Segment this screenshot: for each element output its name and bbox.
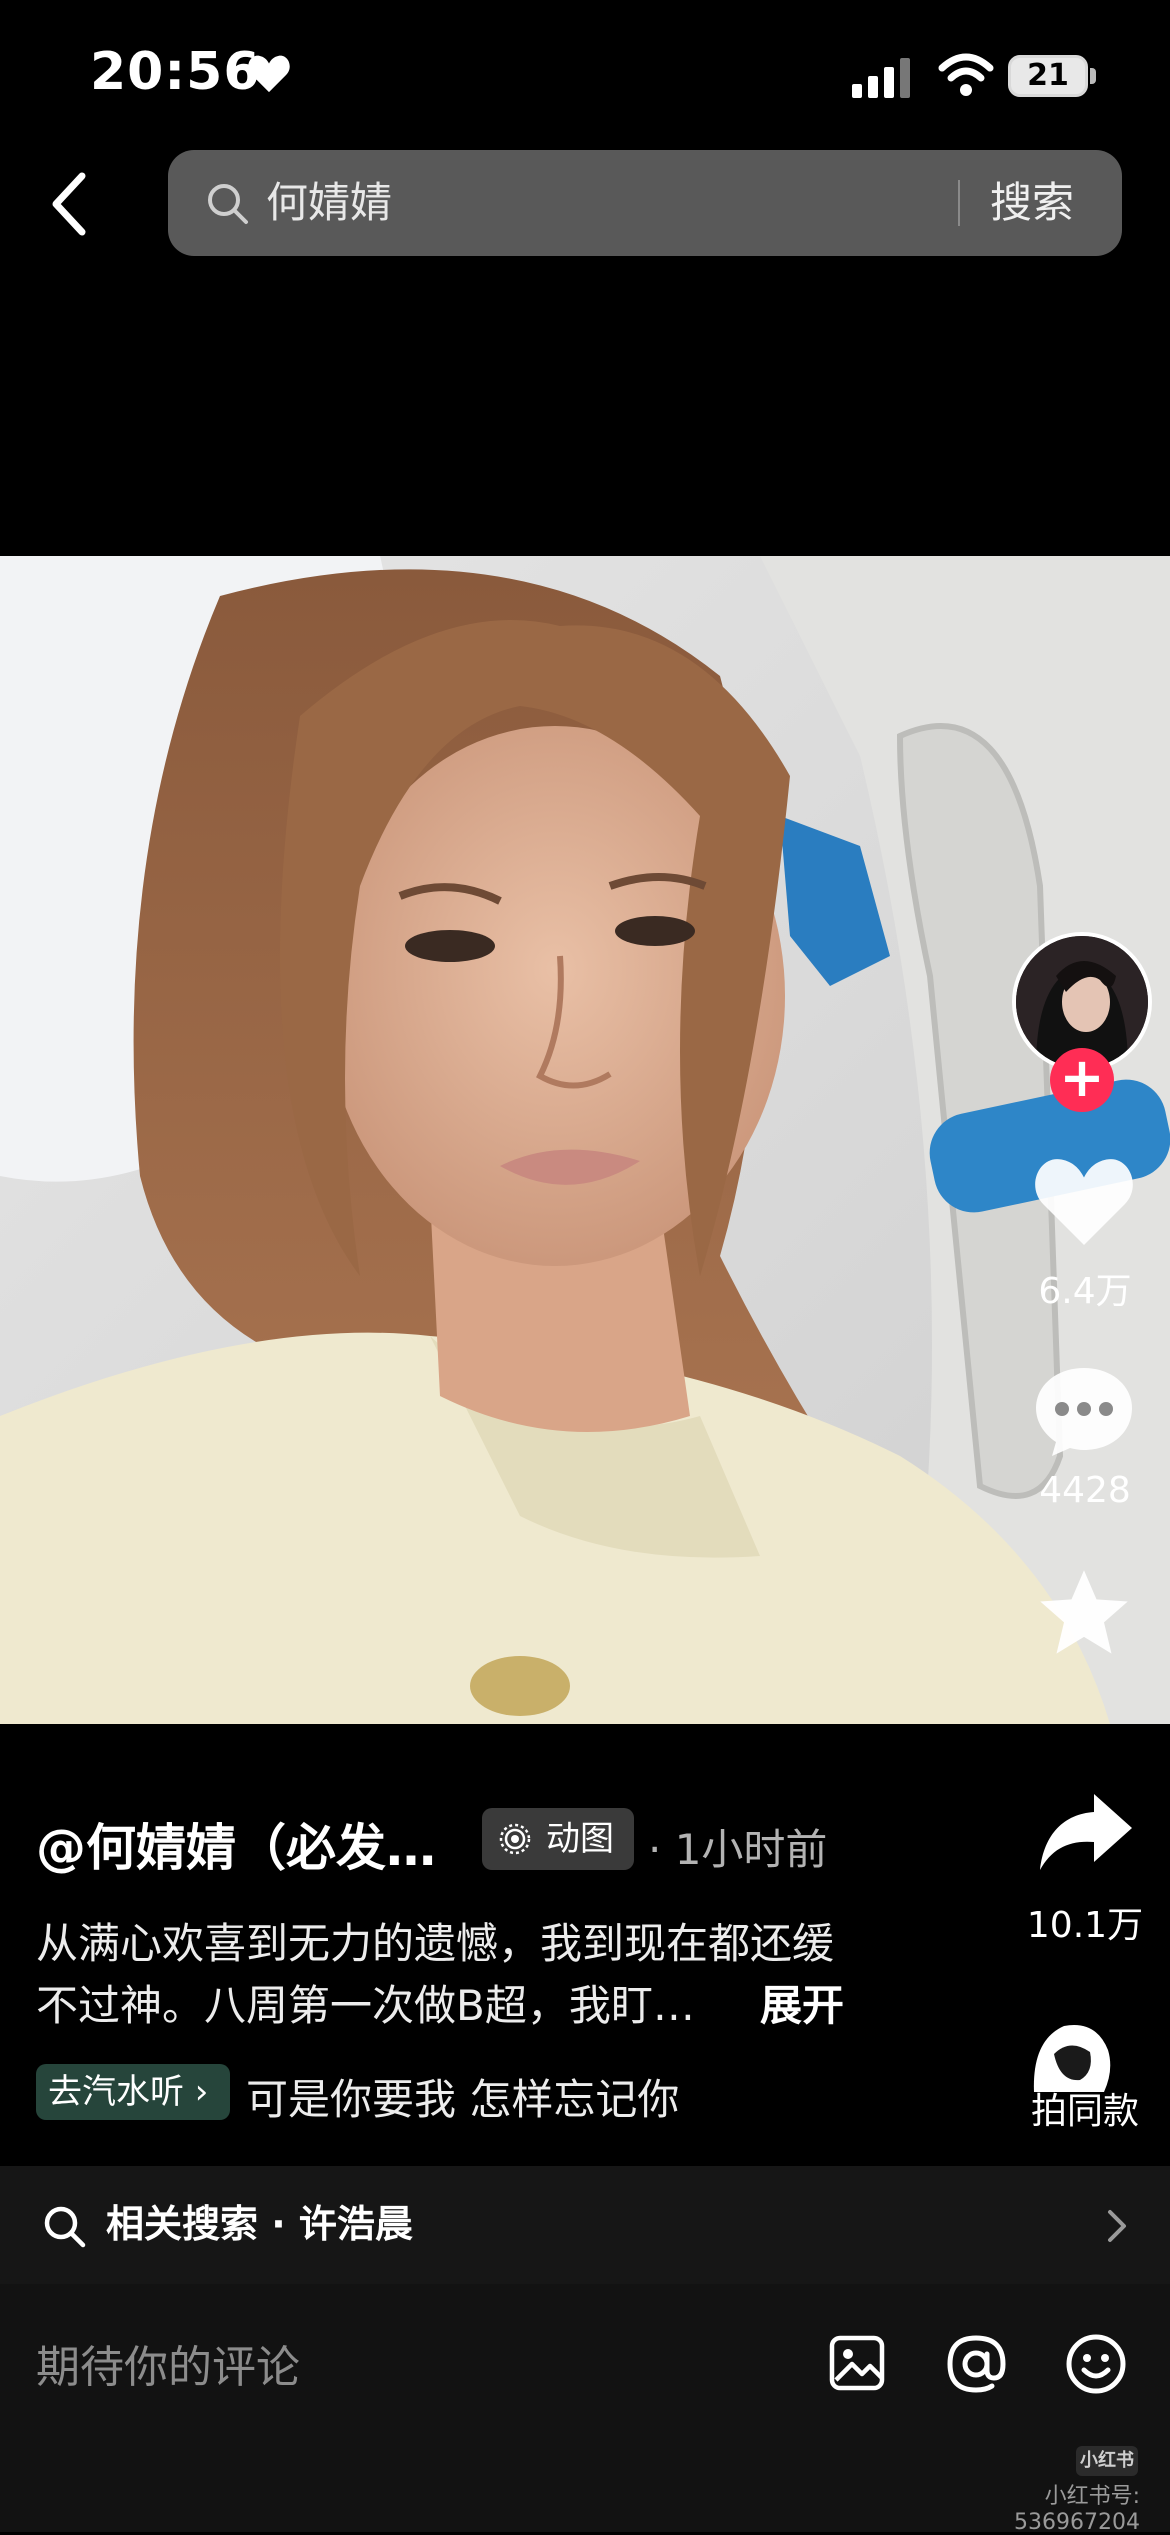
search-bar[interactable]: 何婧婧 搜索 <box>168 150 1122 256</box>
battery-indicator: 21 <box>1008 55 1088 97</box>
back-button[interactable] <box>40 168 104 240</box>
comment-input[interactable]: 期待你的评论 <box>36 2336 796 2400</box>
caption-line: 从满心欢喜到无力的遗憾，我到现在都还缓 <box>36 1919 835 1968</box>
search-input[interactable]: 何婧婧 <box>266 172 392 234</box>
chevron-right-icon <box>1108 2210 1126 2242</box>
comment-icon[interactable] <box>1030 1360 1138 1460</box>
search-divider <box>958 180 960 226</box>
at-mention-icon[interactable] <box>944 2332 1008 2396</box>
search-icon <box>44 2206 86 2248</box>
share-count: 10.1万 <box>1026 1905 1144 1946</box>
caption-line: 不过神。八周第一次做B超，我盯… <box>36 1981 695 2030</box>
same-style-label[interactable]: 拍同款 <box>1000 2082 1170 2134</box>
image-icon[interactable] <box>828 2334 886 2392</box>
like-count: 6.4万 <box>1038 1271 1132 1312</box>
star-favorite-icon[interactable] <box>1032 1564 1136 1664</box>
post-time: · 1小时前 <box>648 1825 828 1874</box>
share-icon[interactable] <box>1036 1790 1136 1874</box>
related-search-label: 相关搜索 · 许浩晨 <box>106 2202 413 2246</box>
expand-caption-link[interactable]: 展开 <box>760 1972 844 2033</box>
animated-image-label: 动图 <box>546 1819 614 1859</box>
search-button[interactable]: 搜索 <box>990 172 1074 234</box>
video-player[interactable] <box>0 556 1170 1724</box>
heart-icon <box>248 55 290 93</box>
comment-bar: 期待你的评论 小红书 小红书号: 536967204 <box>0 2284 1170 2535</box>
listen-on-qishui-label: 去汽水听 › <box>48 2072 209 2112</box>
cellular-signal-icon <box>852 58 910 98</box>
search-icon <box>208 184 248 224</box>
xiaohongshu-logo: 小红书 <box>1076 2446 1138 2476</box>
video-frame-illustration <box>0 556 1170 1724</box>
battery-cap <box>1090 68 1096 84</box>
emoji-icon[interactable] <box>1064 2332 1128 2396</box>
comment-count: 4428 <box>1039 1470 1131 1511</box>
heart-like-icon[interactable] <box>1030 1150 1138 1250</box>
animated-image-badge: 动图 <box>482 1808 634 1870</box>
listen-on-qishui-button[interactable]: 去汽水听 › <box>36 2064 230 2120</box>
song-title[interactable]: 可是你要我 怎样忘记你 <box>246 2066 679 2127</box>
live-photo-icon <box>499 1823 531 1855</box>
author-name[interactable]: @何婧婧（必发… <box>36 1808 436 1880</box>
follow-button[interactable]: + <box>1050 1048 1114 1112</box>
watermark-account-id: 小红书号: 536967204 <box>1014 2484 1140 2535</box>
related-search-bar[interactable]: 相关搜索 · 许浩晨 <box>0 2166 1170 2284</box>
battery-level: 21 <box>1027 58 1069 93</box>
wifi-icon <box>938 53 994 96</box>
status-time: 20:56 <box>90 42 261 102</box>
